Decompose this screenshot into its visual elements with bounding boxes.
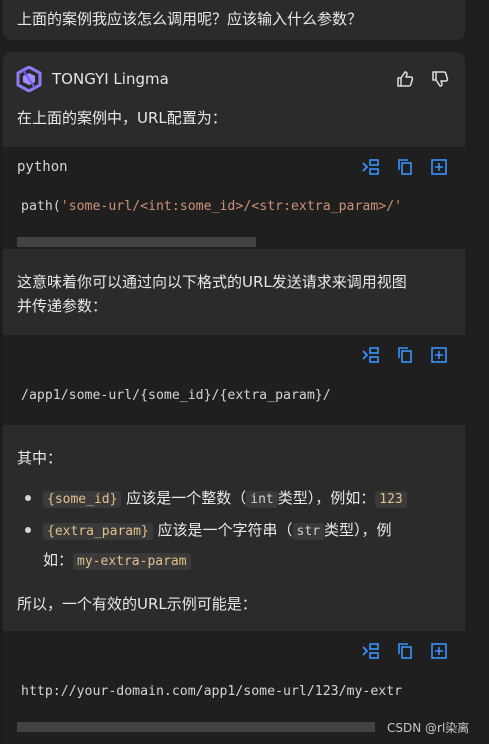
explanation-text: 这意味着你可以通过向以下格式的URL发送请求来调用视图 并传递参数： [17, 273, 407, 315]
code-block-url-pattern: /app1/some-url/{some_id}/{extra_param}/ [3, 335, 465, 425]
list-item: {some_id} 应该是一个整数（ int 类型），例如： 123 [17, 484, 457, 514]
insert-code-icon[interactable] [361, 157, 381, 177]
code-actions [361, 157, 449, 177]
bullet-dot [25, 495, 31, 501]
code-language-label: python [17, 159, 68, 175]
code-scrollbar[interactable] [17, 237, 256, 247]
copy-icon[interactable] [395, 641, 415, 661]
code-line: /app1/some-url/{some_id}/{extra_param}/ [21, 388, 331, 403]
code-line: path('some-url/<int:some_id>/<str:extra_… [21, 199, 403, 214]
code-actions [361, 641, 449, 661]
thumbs-down-icon[interactable] [430, 69, 450, 89]
code-scrollbar[interactable] [17, 722, 375, 732]
parameter-list: {some_id} 应该是一个整数（ int 类型），例如： 123 {extra_p… [17, 484, 457, 576]
where-label: 其中： [17, 449, 63, 467]
watermark: CSDN @rl染离 [387, 721, 470, 735]
new-file-icon[interactable] [429, 157, 449, 177]
tongyi-logo-icon [16, 66, 42, 92]
list-item: {extra_param} 应该是一个字符串（ str 类型），例 如： my-ext… [17, 516, 457, 576]
conclusion-text: 所以，一个有效的URL示例可能是： [17, 595, 257, 613]
thumbs-up-icon[interactable] [395, 69, 415, 89]
brand-name: TONGYI Lingma [52, 70, 169, 88]
intro-text: 在上面的案例中，URL配置为： [17, 109, 227, 127]
bullet-dot [25, 527, 31, 533]
assistant-answer-card: TONGYI Lingma 在上面的案例中，URL配置为： python pat… [3, 52, 465, 744]
copy-icon[interactable] [395, 157, 415, 177]
question-text: 上面的案例我应该怎么调用呢？应该输入什么参数？ [17, 10, 363, 28]
insert-code-icon[interactable] [361, 345, 381, 365]
answer-header: TONGYI Lingma [3, 52, 465, 104]
new-file-icon[interactable] [429, 641, 449, 661]
insert-code-icon[interactable] [361, 641, 381, 661]
code-block-python: python path('some-url/<int:some_id>/<str… [3, 147, 465, 249]
code-actions [361, 345, 449, 365]
new-file-icon[interactable] [429, 345, 449, 365]
code-line: http://your-domain.com/app1/some-url/123… [21, 684, 403, 699]
user-question: 上面的案例我应该怎么调用呢？应该输入什么参数？ [3, 0, 465, 40]
copy-icon[interactable] [395, 345, 415, 365]
